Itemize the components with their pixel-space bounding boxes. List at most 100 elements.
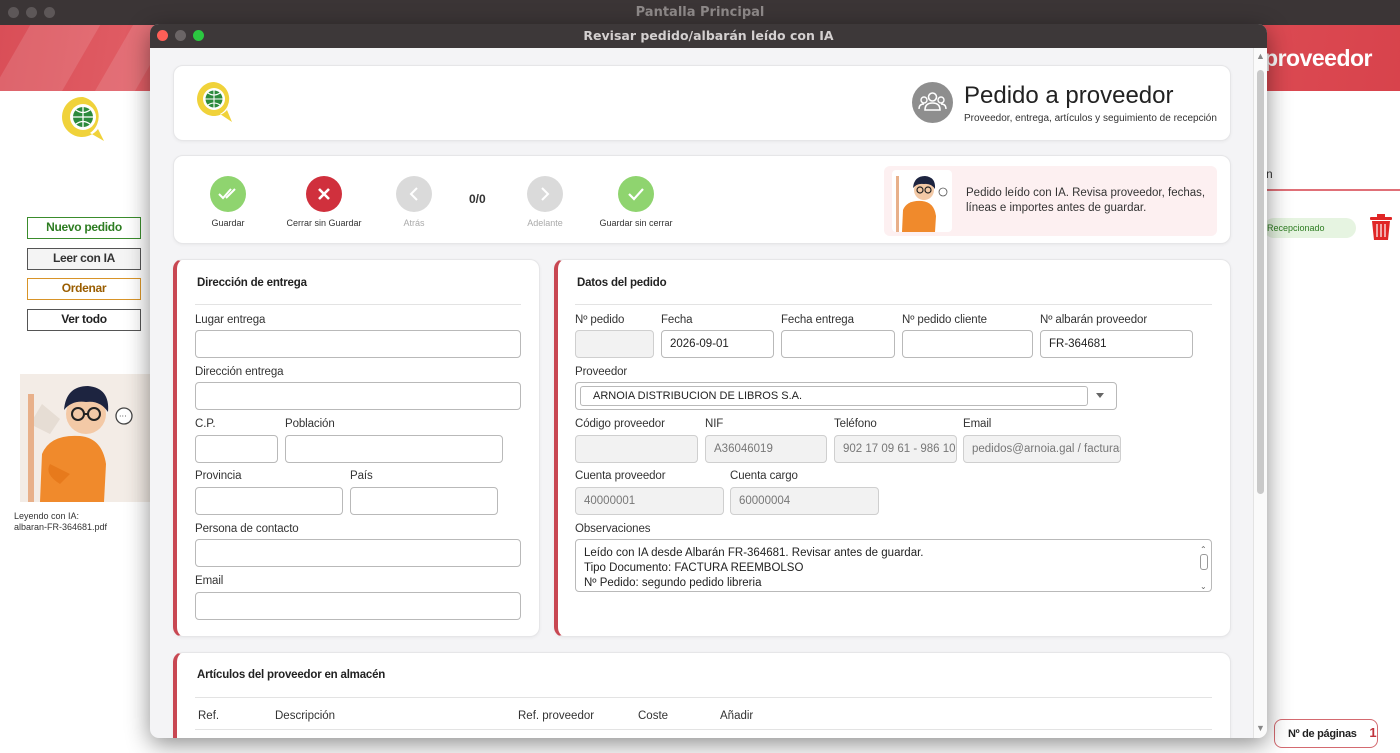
postal-code-input[interactable]: [195, 435, 278, 463]
column-header-cost[interactable]: Coste: [638, 710, 668, 722]
dialog-maximize-button[interactable]: [193, 30, 204, 41]
banner-title: proveedor: [1264, 45, 1372, 71]
supplier-select-value: ARNOIA DISTRIBUCION DE LIBROS S.A.: [580, 386, 1088, 406]
close-window-button[interactable]: [8, 7, 19, 18]
section-title: Dirección de entrega: [197, 277, 307, 289]
trash-icon[interactable]: [1369, 213, 1393, 241]
dialog-minimize-button[interactable]: [175, 30, 186, 41]
column-header-add[interactable]: Añadir: [720, 710, 753, 722]
delivery-address-card: Dirección de entrega Lugar entrega Direc…: [173, 259, 540, 637]
table-header-divider: [195, 729, 1212, 730]
dialog-scrollbar[interactable]: ▲ ▼: [1253, 48, 1267, 738]
section-divider: [195, 304, 521, 305]
client-order-number-input[interactable]: [902, 330, 1033, 358]
save-button[interactable]: Guardar: [183, 176, 273, 228]
scroll-up-icon[interactable]: ▲: [1256, 51, 1265, 61]
view-all-button[interactable]: Ver todo: [27, 309, 141, 331]
app-logo: [62, 96, 104, 141]
order-date-input[interactable]: 2026-09-01: [661, 330, 774, 358]
chevron-down-icon[interactable]: ⌄: [1200, 579, 1207, 591]
dialog-close-button[interactable]: [157, 30, 168, 41]
province-input[interactable]: [195, 487, 343, 515]
order-number-input[interactable]: [575, 330, 654, 358]
observations-textarea[interactable]: Leído con IA desde Albarán FR-364681. Re…: [575, 539, 1212, 592]
nif-input[interactable]: A36046019: [705, 435, 827, 463]
field-label: Email: [195, 575, 224, 587]
page-subtitle: Proveedor, entrega, artículos y seguimie…: [964, 113, 1217, 124]
read-with-ai-button[interactable]: Leer con IA: [27, 248, 141, 270]
town-input[interactable]: [285, 435, 503, 463]
field-label: Dirección entrega: [195, 366, 284, 378]
column-header-ref[interactable]: Ref.: [198, 710, 219, 722]
delivery-email-input[interactable]: [195, 592, 521, 620]
main-window-controls: [8, 7, 55, 18]
section-title: Artículos del proveedor en almacén: [197, 669, 386, 681]
ai-hint-panel: Pedido leído con IA. Revisa proveedor, f…: [884, 166, 1217, 236]
scrollbar-thumb[interactable]: [1257, 70, 1264, 494]
save-without-closing-button[interactable]: Guardar sin cerrar: [591, 176, 681, 228]
table-header-divider: [1266, 189, 1400, 191]
section-divider: [195, 697, 1212, 698]
field-label: Observaciones: [575, 523, 651, 535]
order-data-card: Datos del pedido Nº pedido Fecha 2026-09…: [554, 259, 1231, 637]
chevron-right-icon: [527, 176, 563, 212]
section-title: Datos del pedido: [577, 277, 667, 289]
field-label: Fecha: [661, 314, 693, 326]
supplier-select[interactable]: ARNOIA DISTRIBUCION DE LIBROS S.A.: [575, 382, 1117, 410]
header-card: Pedido a proveedor Proveedor, entrega, a…: [173, 65, 1231, 141]
delivery-date-input[interactable]: [781, 330, 895, 358]
review-order-dialog: Revisar pedido/albarán leído con IA ▲ ▼ …: [150, 24, 1267, 738]
supplier-delivery-note-input[interactable]: FR-364681: [1040, 330, 1193, 358]
section-divider: [575, 304, 1212, 305]
column-header-supplier-ref[interactable]: Ref. proveedor: [518, 710, 594, 722]
assistant-character-illustration: [892, 170, 952, 232]
maximize-window-button[interactable]: [44, 7, 55, 18]
forward-button[interactable]: Adelante: [500, 176, 590, 228]
field-label: Proveedor: [575, 366, 628, 378]
field-label: Nº pedido cliente: [902, 314, 987, 326]
delivery-address-input[interactable]: [195, 382, 521, 410]
textarea-scrollbar[interactable]: ⌃ ⌄: [1199, 542, 1209, 591]
double-check-icon: [210, 176, 246, 212]
field-label: Teléfono: [834, 418, 877, 430]
delivery-place-input[interactable]: [195, 330, 521, 358]
field-label: Nº pedido: [575, 314, 625, 326]
chevron-down-icon[interactable]: [1096, 393, 1104, 398]
close-without-saving-button[interactable]: Cerrar sin Guardar: [279, 176, 369, 228]
charge-account-input[interactable]: 60000004: [730, 487, 879, 515]
textarea-scroll-thumb[interactable]: [1200, 554, 1208, 570]
close-icon: [306, 176, 342, 212]
field-label: Nº albarán proveedor: [1040, 314, 1148, 326]
field-label: Persona de contacto: [195, 523, 299, 535]
check-icon: [618, 176, 654, 212]
supplier-group-icon: [912, 82, 953, 123]
sort-button[interactable]: Ordenar: [27, 278, 141, 300]
supplier-articles-card: Artículos del proveedor en almacén Ref. …: [173, 652, 1231, 738]
supplier-account-input[interactable]: 40000001: [575, 487, 724, 515]
field-label: NIF: [705, 418, 724, 430]
field-label: C.P.: [195, 418, 216, 430]
supplier-email-input[interactable]: pedidos@arnoia.gal / facturas: [963, 435, 1121, 463]
field-label: País: [350, 470, 373, 482]
status-badge: Recepcionado: [1264, 218, 1356, 238]
new-order-button[interactable]: Nuevo pedido: [27, 217, 141, 239]
field-label: Provincia: [195, 470, 242, 482]
chevron-left-icon: [396, 176, 432, 212]
toolbar-card: Guardar Cerrar sin Guardar Atrás 0/0 Ade…: [173, 155, 1231, 244]
scroll-down-icon[interactable]: ▼: [1256, 723, 1265, 733]
back-button[interactable]: Atrás: [369, 176, 459, 228]
column-header-description[interactable]: Descripción: [275, 710, 335, 722]
country-input[interactable]: [350, 487, 498, 515]
phone-input[interactable]: 902 17 09 61 - 986 10: [834, 435, 957, 463]
page-title: Pedido a proveedor: [964, 82, 1174, 109]
contact-person-input[interactable]: [195, 539, 521, 567]
main-window-title: Pantalla Principal: [635, 5, 765, 20]
assistant-character-illustration: ···: [20, 374, 150, 502]
svg-text:···: ···: [119, 412, 127, 421]
dialog-window-controls: [157, 30, 204, 41]
supplier-code-input[interactable]: [575, 435, 698, 463]
field-label: Cuenta proveedor: [575, 470, 666, 482]
field-label: Email: [963, 418, 992, 430]
minimize-window-button[interactable]: [26, 7, 37, 18]
dialog-titlebar: Revisar pedido/albarán leído con IA: [150, 24, 1267, 48]
